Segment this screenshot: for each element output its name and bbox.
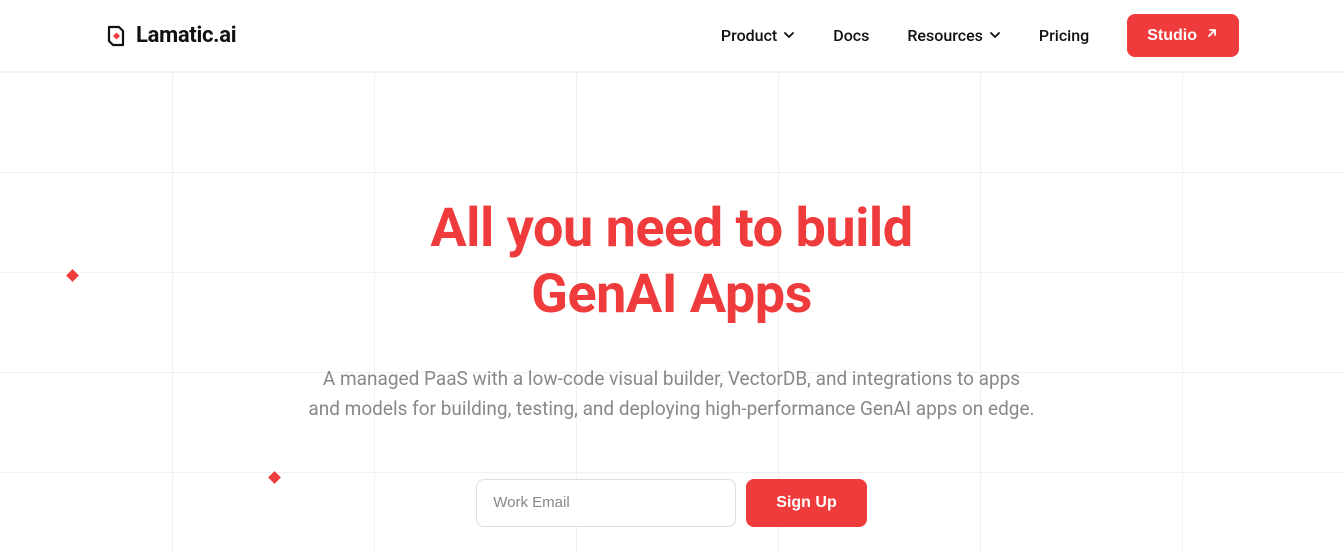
chevron-down-icon [989,26,1001,45]
primary-nav: Product Docs Resources Pricing Studio [721,14,1239,57]
nav-label: Docs [833,26,869,45]
hero-title-line2: GenAI Apps [531,263,812,326]
hero-title: All you need to build GenAI Apps [0,196,1343,328]
nav-label: Product [721,26,777,45]
brand-name: Lamatic.ai [136,23,236,48]
cta-label: Studio [1147,27,1197,45]
external-arrow-icon [1205,26,1219,45]
brand-logo[interactable]: Lamatic.ai [104,23,236,48]
logo-mark-icon [104,24,128,48]
nav-item-resources[interactable]: Resources [907,26,1001,45]
sign-up-button[interactable]: Sign Up [746,479,866,527]
signup-form: Sign Up [0,479,1343,527]
nav-label: Resources [907,26,983,45]
nav-label: Pricing [1039,26,1089,45]
nav-item-pricing[interactable]: Pricing [1039,26,1089,45]
hero-subtitle: A managed PaaS with a low-code visual bu… [307,364,1037,425]
hero-section: All you need to build GenAI Apps A manag… [0,72,1343,527]
work-email-input[interactable] [476,479,736,527]
hero-title-line1: All you need to build [430,197,912,260]
site-header: Lamatic.ai Product Docs Resources Pricin… [0,0,1343,72]
nav-item-docs[interactable]: Docs [833,26,869,45]
chevron-down-icon [783,26,795,45]
nav-item-product[interactable]: Product [721,26,795,45]
studio-cta-button[interactable]: Studio [1127,14,1239,57]
